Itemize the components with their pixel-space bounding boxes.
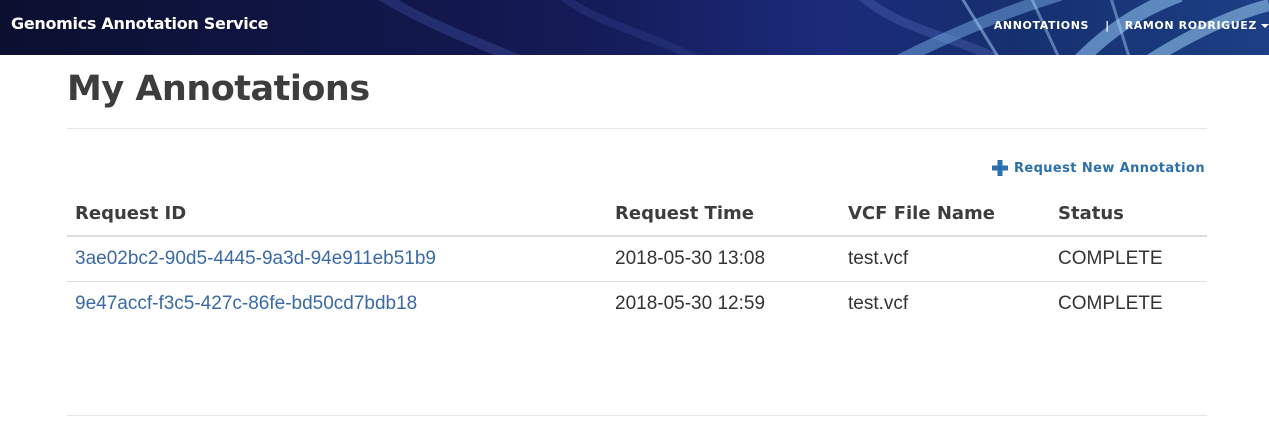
request-time-cell: 2018-05-30 12:59 bbox=[615, 293, 766, 314]
caret-down-icon bbox=[1261, 23, 1269, 28]
request-new-annotation-link[interactable]: Request New Annotation bbox=[991, 160, 1205, 176]
nav-separator: | bbox=[1105, 18, 1110, 32]
request-new-annotation-label: Request New Annotation bbox=[1013, 160, 1205, 176]
header-vcf-file-name: VCF File Name bbox=[840, 191, 1050, 237]
status-cell: COMPLETE bbox=[1058, 293, 1163, 314]
user-menu-dropdown[interactable]: RAMON RODRIGUEZ bbox=[1125, 19, 1269, 32]
request-time-cell: 2018-05-30 13:08 bbox=[607, 236, 840, 282]
brand-title[interactable]: Genomics Annotation Service bbox=[11, 14, 269, 33]
request-id-link[interactable]: 9e47accf-f3c5-427c-86fe-bd50cd7bdb18 bbox=[75, 293, 417, 314]
plus-icon bbox=[991, 160, 1008, 176]
page-title: My Annotations bbox=[67, 69, 370, 109]
vcf-file-name-cell: test.vcf bbox=[840, 236, 1050, 282]
title-divider bbox=[67, 128, 1207, 129]
table-row: 3ae02bc2-90d5-4445-9a3d-94e911eb51b9 201… bbox=[67, 236, 1207, 282]
header-request-time: Request Time bbox=[607, 191, 840, 237]
status-cell: COMPLETE bbox=[1050, 236, 1207, 282]
annotations-table: Request ID Request Time VCF File Name St… bbox=[67, 191, 1207, 326]
request-id-link[interactable]: 3ae02bc2-90d5-4445-9a3d-94e911eb51b9 bbox=[75, 248, 436, 269]
nav-link-annotations[interactable]: ANNOTATIONS bbox=[994, 19, 1089, 32]
user-menu-label: RAMON RODRIGUEZ bbox=[1124, 18, 1257, 32]
header-request-id: Request ID bbox=[67, 191, 607, 237]
table-row: 9e47accf-f3c5-427c-86fe-bd50cd7bdb18 201… bbox=[67, 282, 1207, 327]
navbar-right: ANNOTATIONS | RAMON RODRIGUEZ bbox=[994, 17, 1269, 33]
table-header-row: Request ID Request Time VCF File Name St… bbox=[67, 191, 1207, 237]
header-status: Status bbox=[1050, 191, 1207, 237]
top-navbar: Genomics Annotation Service ANNOTATIONS … bbox=[0, 0, 1269, 55]
footer-divider bbox=[67, 415, 1207, 416]
request-id-cell: 3ae02bc2-90d5-4445-9a3d-94e911eb51b9 bbox=[67, 236, 607, 282]
vcf-file-name-cell: test.vcf bbox=[848, 293, 909, 314]
request-id-cell: 9e47accf-f3c5-427c-86fe-bd50cd7bdb18 bbox=[67, 282, 607, 327]
